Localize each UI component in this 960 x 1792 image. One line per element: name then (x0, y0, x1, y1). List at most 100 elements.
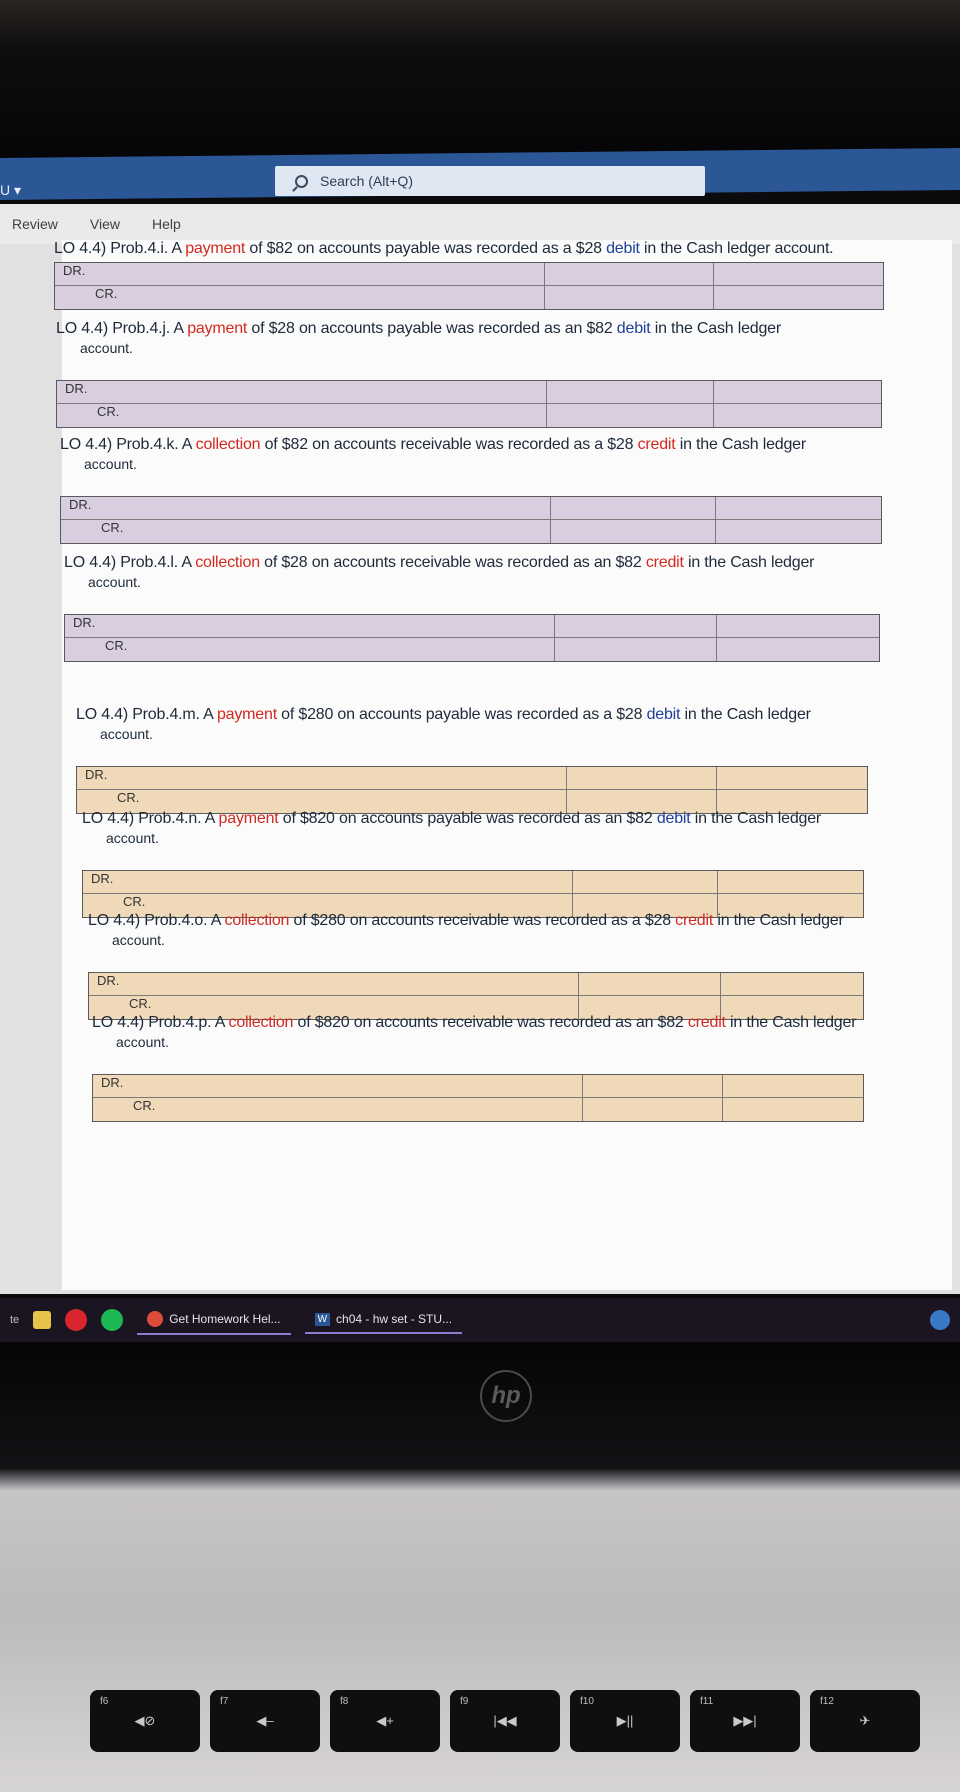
problem-statement: LO 4.4) Prob.4.j. A payment of $28 on ac… (56, 320, 781, 356)
problem-middle: of $28 on accounts receivable was record… (259, 554, 646, 571)
credit-amount-cell[interactable] (717, 638, 879, 661)
journal-entry-grid[interactable]: DR. CR. (92, 1074, 864, 1122)
problem-middle: of $280 on accounts payable was recorded… (276, 706, 647, 723)
problem-statement: LO 4.4) Prob.4.i. A payment of $82 on ac… (54, 240, 834, 260)
function-key-row: f6 ◀⊘ f7 ◀– f8 ◀+ f9 |◀◀ f10 ▶|| f11 ▶▶| f12 ✈ (0, 1690, 960, 1792)
problem-action: collection (195, 554, 260, 571)
debit-amount-cell[interactable] (583, 1098, 723, 1121)
quick-access-menu[interactable]: U ▾ (0, 182, 21, 199)
debit-amount-cell[interactable] (555, 615, 717, 638)
next-track-icon: ▶▶| (733, 1713, 757, 1728)
problem-statement: LO 4.4) Prob.4.o. A collection of $280 o… (88, 912, 844, 948)
debit-account-cell[interactable]: DR. (61, 497, 551, 520)
taskbar-word-task[interactable]: W ch04 - hw set - STU... (304, 1306, 463, 1334)
document-page[interactable]: LO 4.4) Prob.4.i. A payment of $82 on ac… (54, 240, 952, 1290)
tab-view[interactable]: View (90, 216, 120, 232)
debit-amount-cell[interactable] (547, 404, 714, 427)
key-f8[interactable]: f8 ◀+ (330, 1690, 440, 1752)
journal-entry-grid[interactable]: DR. CR. (54, 262, 884, 310)
credit-amount-cell[interactable] (721, 973, 863, 996)
debit-amount-cell[interactable] (545, 286, 714, 309)
problem-middle: of $82 on accounts payable was recorded … (245, 240, 607, 257)
problem-entry-type: debit (616, 320, 651, 337)
problem-action: payment (187, 320, 248, 337)
credit-amount-cell[interactable] (716, 497, 881, 520)
journal-entry-grid[interactable]: DR. CR. (76, 766, 868, 814)
airplane-mode-icon: ✈ (859, 1713, 871, 1728)
key-f11[interactable]: f11 ▶▶| (690, 1690, 800, 1752)
credit-account-cell[interactable]: CR. (93, 1098, 583, 1121)
credit-amount-cell[interactable] (714, 404, 881, 427)
debit-amount-cell[interactable] (583, 1075, 723, 1098)
debit-amount-cell[interactable] (545, 263, 714, 286)
tab-help[interactable]: Help (152, 216, 181, 232)
credit-account-cell[interactable]: CR. (65, 638, 555, 661)
problem-entry-type: debit (646, 706, 681, 723)
debit-amount-cell[interactable] (555, 638, 717, 661)
credit-amount-cell[interactable] (718, 871, 863, 894)
journal-entry-grid[interactable]: DR. CR. (60, 496, 882, 544)
debit-account-cell[interactable]: DR. (77, 767, 567, 790)
credit-amount-cell[interactable] (723, 1098, 863, 1121)
problem-suffix: in the Cash ledger (680, 706, 811, 723)
problem-prefix: LO 4.4) Prob.4.i. A (54, 240, 186, 257)
debit-amount-cell[interactable] (567, 767, 717, 790)
credit-amount-cell[interactable] (716, 520, 881, 543)
key-f12[interactable]: f12 ✈ (810, 1690, 920, 1752)
credit-amount-cell[interactable] (714, 381, 881, 404)
debit-amount-cell[interactable] (573, 871, 718, 894)
key-f9[interactable]: f9 |◀◀ (450, 1690, 560, 1752)
debit-account-cell[interactable]: DR. (57, 381, 547, 404)
problem-suffix: in the Cash ledger (675, 436, 807, 453)
credit-account-cell[interactable]: CR. (61, 520, 551, 543)
problem-suffix: in the Cash ledger (650, 320, 782, 337)
search-icon (295, 174, 308, 188)
opera-icon[interactable] (65, 1309, 88, 1331)
problem-entry-type: credit (687, 1014, 726, 1031)
ribbon-tabs: Review View Help (0, 204, 960, 244)
help-icon[interactable] (930, 1310, 950, 1330)
problem-statement: LO 4.4) Prob.4.m. A payment of $280 on a… (76, 706, 811, 742)
journal-entry-grid[interactable]: DR. CR. (56, 380, 882, 428)
problem-continuation: account. (80, 340, 133, 356)
credit-amount-cell[interactable] (717, 615, 879, 638)
debit-account-cell[interactable]: DR. (93, 1075, 583, 1098)
problem-suffix: in the Cash ledger account. (639, 240, 834, 257)
debit-account-cell[interactable]: DR. (55, 263, 545, 286)
file-explorer-icon[interactable] (33, 1311, 52, 1329)
problem-statement: LO 4.4) Prob.4.n. A payment of $820 on a… (82, 810, 821, 846)
problem-suffix: in the Cash ledger (713, 912, 844, 929)
journal-entry-grid[interactable]: DR. CR. (88, 972, 864, 1020)
problem-action: collection (224, 912, 290, 929)
search-box[interactable]: Search (Alt+Q) (275, 166, 705, 196)
problem-action: payment (185, 240, 246, 257)
tab-review[interactable]: Review (12, 216, 58, 232)
key-f6[interactable]: f6 ◀⊘ (90, 1690, 200, 1752)
debit-amount-cell[interactable] (551, 520, 716, 543)
problem-prefix: LO 4.4) Prob.4.o. A (88, 912, 225, 929)
debit-amount-cell[interactable] (579, 973, 721, 996)
problem-prefix: LO 4.4) Prob.4.k. A (60, 436, 196, 453)
problem-prefix: LO 4.4) Prob.4.n. A (82, 810, 219, 827)
credit-amount-cell[interactable] (717, 767, 867, 790)
debit-amount-cell[interactable] (547, 381, 714, 404)
journal-entry-grid[interactable]: DR. CR. (64, 614, 880, 662)
credit-amount-cell[interactable] (714, 286, 883, 309)
problem-continuation: account. (106, 830, 159, 846)
credit-account-cell[interactable]: CR. (55, 286, 545, 309)
problem-action: payment (218, 810, 279, 827)
credit-amount-cell[interactable] (723, 1075, 863, 1098)
debit-account-cell[interactable]: DR. (89, 973, 579, 996)
problem-continuation: account. (88, 574, 141, 590)
debit-account-cell[interactable]: DR. (65, 615, 555, 638)
problem-suffix: in the Cash ledger (683, 554, 815, 571)
key-f7[interactable]: f7 ◀– (210, 1690, 320, 1752)
key-f10[interactable]: f10 ▶|| (570, 1690, 680, 1752)
journal-entry-grid[interactable]: DR. CR. (82, 870, 864, 918)
credit-amount-cell[interactable] (714, 263, 883, 286)
debit-amount-cell[interactable] (551, 497, 716, 520)
debit-account-cell[interactable]: DR. (83, 871, 573, 894)
spotify-icon[interactable] (101, 1309, 124, 1331)
taskbar-chrome-task[interactable]: Get Homework Hel... (137, 1305, 291, 1335)
credit-account-cell[interactable]: CR. (57, 404, 547, 427)
